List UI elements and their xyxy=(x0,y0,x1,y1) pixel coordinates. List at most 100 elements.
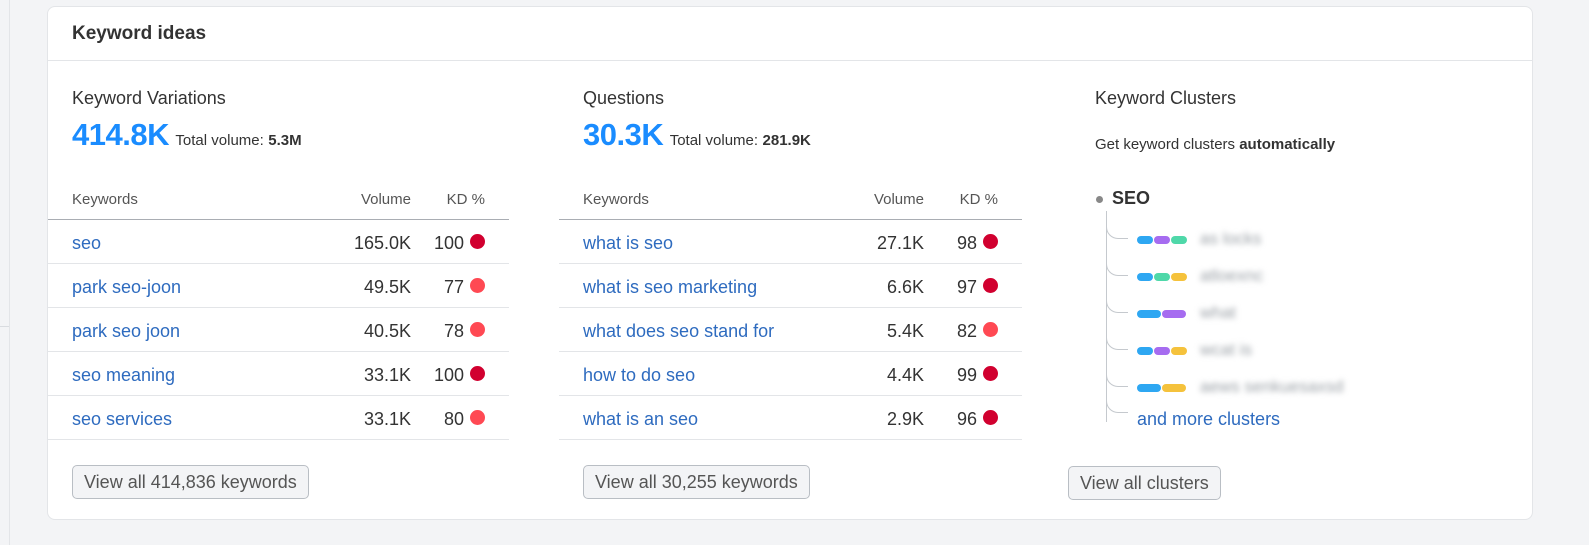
volume-value: 2.9K xyxy=(886,409,924,429)
table-header: Keywords Volume KD % xyxy=(48,182,509,220)
keyword-link[interactable]: what is an seo xyxy=(583,409,698,430)
keyword-ideas-card: Keyword ideas Keyword Variations 414.8K … xyxy=(47,6,1533,520)
kd-difficulty-dot-icon xyxy=(470,322,485,337)
cluster-root-label: SEO xyxy=(1112,188,1151,208)
kd-value: 96 xyxy=(956,409,977,429)
kd-value: 82 xyxy=(956,321,977,341)
keyword-link[interactable]: seo services xyxy=(72,409,172,430)
kd-value: 78 xyxy=(443,321,464,341)
tree-branch xyxy=(1106,227,1128,239)
keyword-link[interactable]: seo meaning xyxy=(72,365,175,386)
intent-segment xyxy=(1162,384,1186,392)
tree-branch xyxy=(1106,375,1128,387)
table-row: park seo-joon 49.5K 77 xyxy=(48,264,509,308)
column-header-volume: Volume xyxy=(360,191,411,208)
cluster-intent-bar xyxy=(1137,273,1187,281)
kd-difficulty-dot-icon xyxy=(470,234,485,249)
keyword-link[interactable]: what is seo xyxy=(583,233,673,254)
kd-difficulty-dot-icon xyxy=(983,410,998,425)
summary: 414.8K Total volume: 5.3M xyxy=(72,117,302,153)
kd-value: 77 xyxy=(443,277,464,297)
tree-branch xyxy=(1106,264,1128,276)
subtitle-prefix: Get keyword clusters xyxy=(1095,136,1236,153)
kd-value: 100 xyxy=(433,233,464,253)
intent-segment xyxy=(1154,347,1170,355)
keyword-link[interactable]: what is seo marketing xyxy=(583,277,757,298)
section-title: Keyword Variations xyxy=(72,88,226,108)
intent-segment xyxy=(1171,347,1187,355)
keyword-table: seo 165.0K 100 park seo-joon 49.5K 77 park seo… xyxy=(48,220,509,440)
column-header-kd: KD % xyxy=(959,191,998,208)
cluster-label: aews senkuesaxsd xyxy=(1200,377,1344,396)
kd-value: 98 xyxy=(956,233,977,253)
volume-value: 4.4K xyxy=(886,365,924,385)
intent-segment xyxy=(1137,310,1161,318)
kd-difficulty-dot-icon xyxy=(983,322,998,337)
view-all-clusters-button[interactable]: View all clusters xyxy=(1068,466,1221,500)
table-row: seo services 33.1K 80 xyxy=(48,396,509,440)
volume-value: 165.0K xyxy=(353,233,411,253)
section-title: Questions xyxy=(583,88,665,108)
kd-value: 100 xyxy=(433,365,464,385)
kd-difficulty-dot-icon xyxy=(470,410,485,425)
section-title: Keyword Clusters xyxy=(1095,88,1237,108)
total-volume-label: Total volume: xyxy=(669,132,759,149)
summary: 30.3K Total volume: 281.9K xyxy=(583,117,811,153)
volume-value: 6.6K xyxy=(886,277,924,297)
total-volume-label: Total volume: xyxy=(175,132,264,149)
table-row: what is an seo 2.9K 96 xyxy=(559,396,1022,440)
keyword-link[interactable]: what does seo stand for xyxy=(583,321,774,342)
intent-segment xyxy=(1137,384,1161,392)
table-row: what is seo marketing 6.6K 97 xyxy=(559,264,1022,308)
view-all-keywords-button[interactable]: View all 414,836 keywords xyxy=(72,465,309,499)
volume-value: 27.1K xyxy=(876,233,924,253)
intent-segment xyxy=(1137,273,1153,281)
cluster-intent-bar xyxy=(1137,310,1186,318)
intent-segment xyxy=(1154,236,1170,244)
column-header-keywords: Keywords xyxy=(72,191,138,208)
keyword-count[interactable]: 414.8K xyxy=(72,117,169,152)
kd-difficulty-dot-icon xyxy=(983,234,998,249)
keyword-link[interactable]: park seo-joon xyxy=(72,277,181,298)
total-volume-value: 5.3M xyxy=(268,132,302,149)
card-title: Keyword ideas xyxy=(72,23,207,44)
column-header-kd: KD % xyxy=(446,191,485,208)
table-row: park seo joon 40.5K 78 xyxy=(48,308,509,352)
cluster-intent-bar xyxy=(1137,384,1186,392)
view-all-questions-button[interactable]: View all 30,255 keywords xyxy=(583,465,810,499)
cluster-intent-bar xyxy=(1137,236,1187,244)
keyword-link[interactable]: seo xyxy=(72,233,101,254)
more-clusters-link[interactable]: and more clusters xyxy=(1137,409,1280,430)
volume-value: 5.4K xyxy=(886,321,924,341)
intent-segment xyxy=(1154,273,1170,281)
volume-value: 49.5K xyxy=(363,277,411,297)
table-row: seo 165.0K 100 xyxy=(48,220,509,264)
subtitle-bold: automatically xyxy=(1239,136,1336,153)
intent-segment xyxy=(1137,347,1153,355)
volume-value: 33.1K xyxy=(363,365,411,385)
clusters-subtitle: Get keyword clusters automatically xyxy=(1095,136,1335,153)
column-header-volume: Volume xyxy=(873,191,924,208)
cluster-label: atloexnc xyxy=(1200,266,1264,285)
volume-value: 40.5K xyxy=(363,321,411,341)
kd-difficulty-dot-icon xyxy=(983,366,998,381)
keyword-link[interactable]: park seo joon xyxy=(72,321,180,342)
intent-segment xyxy=(1171,273,1187,281)
kd-value: 97 xyxy=(956,277,977,297)
kd-value: 99 xyxy=(956,365,977,385)
tree-branch xyxy=(1106,338,1128,350)
tree-line xyxy=(1106,211,1107,422)
total-volume-value: 281.9K xyxy=(762,132,811,149)
kd-difficulty-dot-icon xyxy=(470,366,485,381)
question-count[interactable]: 30.3K xyxy=(583,117,664,152)
keyword-link[interactable]: how to do seo xyxy=(583,365,695,386)
cluster-label: as locks xyxy=(1200,229,1262,248)
table-row: what does seo stand for 5.4K 82 xyxy=(559,308,1022,352)
card-header: Keyword ideas xyxy=(48,7,1532,61)
questions-table: what is seo 27.1K 98 what is seo marketing 6… xyxy=(559,220,1022,440)
cluster-label: what xyxy=(1200,303,1236,322)
table-row: seo meaning 33.1K 100 xyxy=(48,352,509,396)
table-row: how to do seo 4.4K 99 xyxy=(559,352,1022,396)
tree-branch xyxy=(1106,401,1128,413)
table-row: what is seo 27.1K 98 xyxy=(559,220,1022,264)
